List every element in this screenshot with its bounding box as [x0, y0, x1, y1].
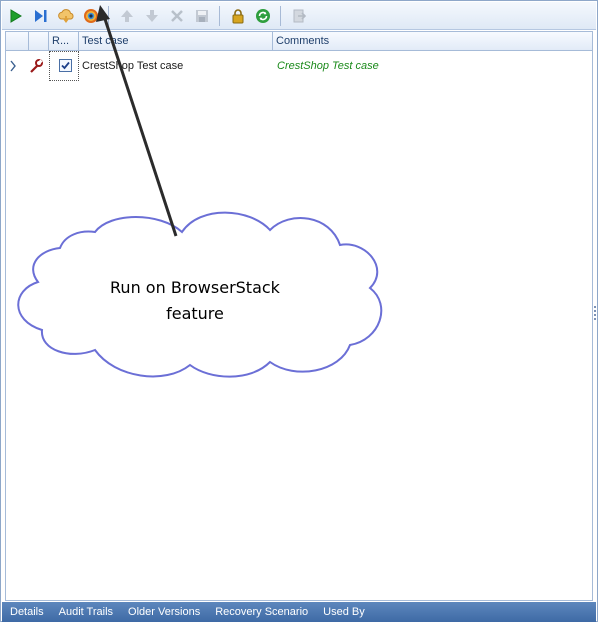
toolbar-separator — [219, 5, 220, 26]
header-run[interactable]: R... — [49, 32, 79, 50]
lock-icon[interactable] — [227, 5, 249, 27]
bottom-tab-bar: Details Audit Trails Older Versions Reco… — [2, 602, 596, 622]
tab-audit-trails[interactable]: Audit Trails — [51, 606, 120, 618]
tab-used-by[interactable]: Used By — [315, 606, 372, 618]
test-case-comment[interactable]: CrestShop Test case — [277, 51, 577, 81]
header-row-indicator — [6, 32, 29, 50]
move-up-icon[interactable] — [116, 5, 138, 27]
toolbar — [2, 2, 596, 30]
splitter-handle[interactable] — [594, 306, 597, 320]
run-icon[interactable] — [5, 5, 27, 27]
header-comments[interactable]: Comments — [273, 32, 592, 50]
callout-line-2: feature — [166, 304, 224, 323]
export-icon[interactable] — [288, 5, 310, 27]
move-down-icon[interactable] — [141, 5, 163, 27]
header-icon-column — [29, 32, 49, 50]
wrench-icon — [28, 51, 48, 81]
test-case-name[interactable]: CrestShop Test case — [82, 51, 272, 81]
header-test-case[interactable]: Test case — [79, 32, 273, 50]
tab-recovery-scenario[interactable]: Recovery Scenario — [207, 606, 315, 618]
callout-text: Run on BrowserStack feature — [60, 275, 330, 327]
browserstack-icon[interactable] — [80, 5, 102, 27]
row-selector-icon — [8, 51, 26, 81]
table-row[interactable]: CrestShop Test case CrestShop Test case — [6, 51, 592, 81]
refresh-icon[interactable] — [252, 5, 274, 27]
run-next-icon[interactable] — [30, 5, 52, 27]
tab-details[interactable]: Details — [2, 606, 51, 618]
toolbar-separator — [280, 5, 281, 26]
cloud-run-icon[interactable] — [55, 5, 77, 27]
toolbar-separator — [108, 5, 109, 26]
delete-icon[interactable] — [166, 5, 188, 27]
tab-older-versions[interactable]: Older Versions — [120, 606, 207, 618]
grid-header: R... Test case Comments — [6, 32, 592, 51]
save-icon[interactable] — [191, 5, 213, 27]
run-checkbox[interactable] — [59, 59, 72, 72]
callout-line-1: Run on BrowserStack — [110, 278, 280, 297]
